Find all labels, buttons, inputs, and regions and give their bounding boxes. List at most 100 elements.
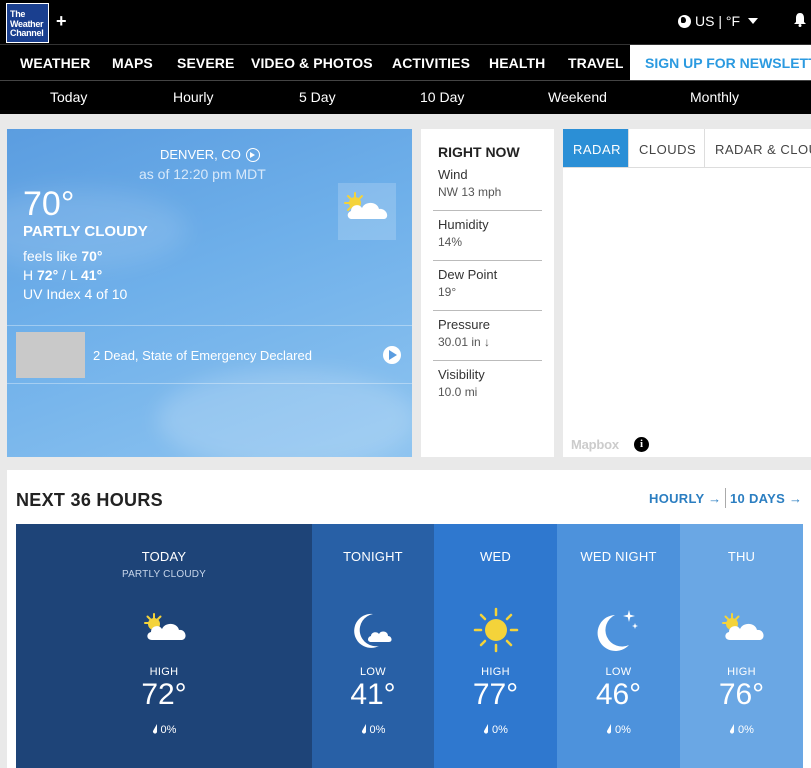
period-temp: 77°	[472, 678, 519, 711]
nav-weather[interactable]: WEATHER	[20, 55, 90, 71]
wind-value: NW 13 mph	[438, 185, 502, 199]
tab-radar-clouds[interactable]: RADAR & CLOUDS	[705, 129, 811, 167]
divider	[563, 167, 811, 168]
nav-health[interactable]: HEALTH	[489, 55, 545, 71]
sub-nav: Today Hourly 5 Day 10 Day Weekend Monthl…	[0, 80, 811, 114]
tab-weekend[interactable]: Weekend	[548, 89, 607, 105]
humidity-label: Humidity	[438, 217, 489, 232]
period-precip: 0%	[680, 724, 803, 736]
details-block: feels like 70° H 72° / L 41° UV Index 4 …	[23, 247, 127, 304]
period-precip: 0%	[434, 724, 557, 736]
visibility-label: Visibility	[438, 367, 485, 382]
forecast-period-thu[interactable]: THU HIGH 76° 0%	[680, 524, 803, 768]
period-temp-label: HIGH	[481, 666, 510, 678]
current-temperature: 70°	[23, 185, 75, 223]
location-link[interactable]: DENVER, CO	[160, 147, 260, 162]
divider	[725, 488, 726, 508]
nav-activities[interactable]: ACTIVITIES	[392, 55, 470, 71]
period-temp: 41°	[350, 678, 396, 711]
period-temp-label: LOW	[605, 666, 632, 678]
visibility-value: 10.0 mi	[438, 385, 478, 399]
add-button[interactable]: +	[56, 11, 67, 32]
tab-clouds[interactable]: CLOUDS	[629, 129, 705, 167]
precip-value: 0%	[160, 724, 177, 736]
right-now-panel: RIGHT NOW Wind NW 13 mph Humidity 14% De…	[421, 129, 554, 457]
arrow-circle-icon	[245, 147, 260, 162]
section-title: NEXT 36 HOURS	[16, 490, 163, 510]
wind-label: Wind	[438, 167, 468, 182]
right-now-title: RIGHT NOW	[438, 144, 520, 160]
raindrop-icon	[152, 724, 158, 734]
tab-hourly[interactable]: Hourly	[173, 89, 213, 105]
clear-night-icon	[595, 606, 643, 654]
dew-point-label: Dew Point	[438, 267, 498, 282]
forecast-period-tonight[interactable]: TONIGHT LOW 41° 0%	[312, 524, 434, 768]
precip-value: 0%	[738, 724, 754, 736]
current-condition: PARTLY CLOUDY	[23, 223, 148, 240]
period-name: THU	[727, 549, 756, 564]
tab-5-day[interactable]: 5 Day	[299, 89, 336, 105]
feels-like: feels like 70°	[23, 247, 127, 266]
hourly-link[interactable]: HOURLY →	[649, 491, 721, 506]
right-now-row: Pressure 30.01 in ↓	[433, 311, 542, 361]
nav-video-photos[interactable]: VIDEO & PHOTOS	[251, 55, 373, 71]
right-now-row: Dew Point 19°	[433, 261, 542, 311]
nav-severe[interactable]: SEVERE	[177, 55, 234, 71]
radar-map-panel[interactable]: RADAR CLOUDS RADAR & CLOUDS Mapbox i	[563, 129, 811, 457]
nav-maps[interactable]: MAPS	[112, 55, 153, 71]
uv-index: UV Index 4 of 10	[23, 286, 128, 302]
observation-time: as of 12:20 pm MDT	[139, 166, 266, 182]
period-temp-label: LOW	[360, 666, 386, 678]
feels-like-label: feels like	[23, 248, 78, 264]
period-temp: 46°	[595, 678, 642, 711]
feels-like-value: 70°	[81, 248, 103, 264]
locale-selector[interactable]: US | °F	[678, 13, 759, 29]
forecast-period-wed-night[interactable]: WED NIGHT LOW 46° 0%	[557, 524, 680, 768]
raindrop-icon	[606, 724, 612, 734]
period-name: TONIGHT	[343, 549, 403, 564]
newsletter-signup-button[interactable]: SIGN UP FOR NEWSLETTER	[630, 45, 811, 80]
period-temp: 72°	[141, 678, 187, 711]
logo-line: Channel	[10, 28, 44, 38]
period-precip: 0%	[312, 724, 434, 736]
precip-value: 0%	[492, 724, 508, 736]
period-temp-label: HIGH	[149, 666, 179, 678]
raindrop-icon	[483, 724, 489, 734]
partly-cloudy-icon	[718, 606, 766, 654]
raindrop-icon	[729, 724, 735, 734]
top-bar: The Weather Channel + US | °F	[0, 0, 811, 44]
high-low: H 72° / L 41°	[23, 266, 127, 285]
forecast-period-today[interactable]: TODAY PARTLY CLOUDY HIGH 72° 0%	[16, 524, 312, 768]
dew-point-value: 19°	[438, 285, 457, 299]
precip-value: 0%	[369, 724, 386, 736]
news-headline[interactable]: 2 Dead, State of Emergency Declared	[7, 325, 412, 384]
tab-10-day[interactable]: 10 Day	[420, 89, 464, 105]
tab-radar[interactable]: RADAR	[563, 129, 629, 167]
right-now-row: Humidity 14%	[433, 211, 542, 261]
period-temp-label: HIGH	[727, 666, 756, 678]
location-name: DENVER, CO	[160, 147, 241, 162]
nav-travel[interactable]: TRAVEL	[568, 55, 624, 71]
chevron-down-icon	[748, 18, 759, 24]
humidity-value: 14%	[438, 235, 463, 249]
low-value: 41°	[81, 267, 103, 283]
ten-days-link[interactable]: 10 DAYS →	[730, 491, 802, 506]
play-icon[interactable]	[383, 346, 401, 364]
period-precip: 0%	[16, 724, 312, 736]
high-label: H	[23, 267, 34, 283]
current-conditions-card: DENVER, CO as of 12:20 pm MDT 70° PARTLY…	[7, 129, 412, 457]
tab-today[interactable]: Today	[50, 89, 87, 105]
raindrop-icon	[361, 724, 367, 734]
tab-monthly[interactable]: Monthly	[690, 89, 739, 105]
period-name: WED NIGHT	[580, 549, 657, 564]
precip-value: 0%	[615, 724, 631, 736]
info-icon[interactable]: i	[634, 437, 649, 452]
right-now-row: Wind NW 13 mph	[433, 161, 542, 211]
forecast-period-wed[interactable]: WED HIGH 77° 0%	[434, 524, 557, 768]
weather-channel-logo[interactable]: The Weather Channel	[6, 3, 49, 43]
moon-cloud-icon	[349, 606, 397, 654]
high-value: 72°	[37, 267, 59, 283]
period-condition: PARTLY CLOUDY	[121, 569, 207, 580]
bell-icon[interactable]	[794, 13, 806, 27]
mapbox-attribution[interactable]: Mapbox	[571, 437, 619, 452]
